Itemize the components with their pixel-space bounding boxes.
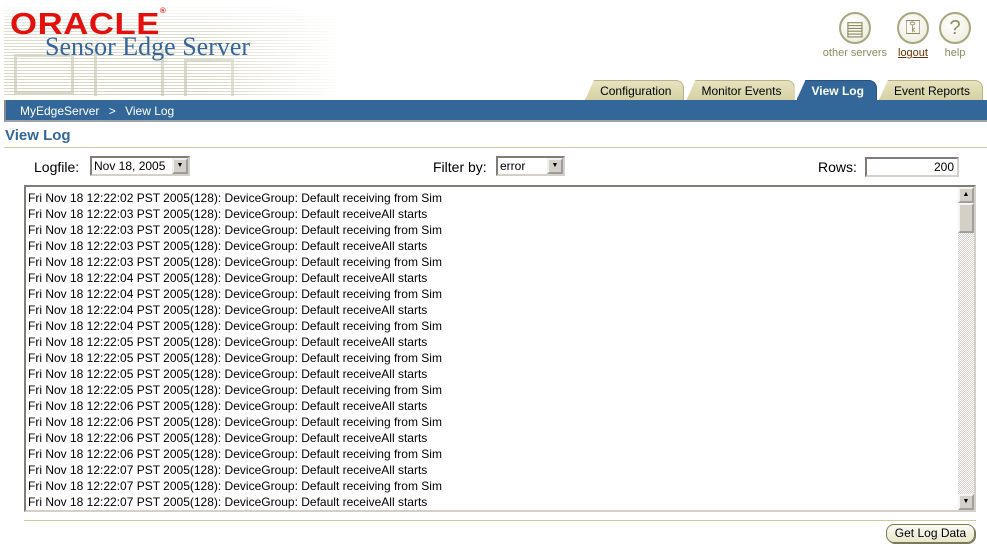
log-line: Fri Nov 18 12:22:04 PST 2005(128): Devic… xyxy=(28,303,428,317)
page-title: View Log xyxy=(5,127,71,144)
header-banner: ORACLE® Sensor Edge Server xyxy=(4,4,344,96)
breadcrumb: MyEdgeServer > View Log xyxy=(20,104,180,118)
log-line: Fri Nov 18 12:22:06 PST 2005(128): Devic… xyxy=(28,399,428,413)
scroll-thumb[interactable] xyxy=(958,203,974,233)
servers-icon: ▤ xyxy=(838,12,871,44)
logfile-select[interactable]: Nov 18, 2005 ▼ xyxy=(90,156,190,176)
log-line: Fri Nov 18 12:22:05 PST 2005(128): Devic… xyxy=(28,367,428,381)
logfile-label: Logfile: xyxy=(34,159,80,175)
navigation-bar: MyEdgeServer > View Log xyxy=(4,100,987,122)
log-line: Fri Nov 18 12:22:07 PST 2005(128): Devic… xyxy=(28,495,428,509)
key-icon: ⚿ xyxy=(897,12,929,44)
tab-event-reports[interactable]: Event Reports xyxy=(878,80,983,100)
log-line: Fri Nov 18 12:22:06 PST 2005(128): Devic… xyxy=(28,447,442,461)
log-line: Fri Nov 18 12:22:06 PST 2005(128): Devic… xyxy=(28,431,428,445)
log-textarea[interactable]: Fri Nov 18 12:22:02 PST 2005(128): Devic… xyxy=(24,185,976,512)
global-links: ▤ other servers ⚿ logout ? help xyxy=(823,12,971,59)
log-line: Fri Nov 18 12:22:05 PST 2005(128): Devic… xyxy=(28,383,442,397)
arrow-up-icon: ▲ xyxy=(962,191,970,198)
log-line: Fri Nov 18 12:22:02 PST 2005(128): Devic… xyxy=(28,191,442,205)
rows-input[interactable] xyxy=(865,157,959,177)
tab-configuration[interactable]: Configuration xyxy=(585,80,685,100)
logfile-value: Nov 18, 2005 xyxy=(94,159,166,173)
help-link[interactable]: ? help xyxy=(939,12,971,59)
title-divider xyxy=(4,147,987,148)
tab-monitor-events[interactable]: Monitor Events xyxy=(686,80,795,100)
logout-label: logout xyxy=(898,47,928,59)
log-line: Fri Nov 18 12:22:03 PST 2005(128): Devic… xyxy=(28,239,428,253)
log-line: Fri Nov 18 12:22:07 PST 2005(128): Devic… xyxy=(28,479,442,493)
main-tabs: Configuration Monitor Events View Log Ev… xyxy=(583,80,983,100)
other-servers-label: other servers xyxy=(822,47,887,59)
filter-value: error xyxy=(500,159,526,173)
other-servers-link[interactable]: ▤ other servers xyxy=(823,12,887,59)
get-log-data-button[interactable]: Get Log Data xyxy=(886,524,975,543)
log-line: Fri Nov 18 12:22:03 PST 2005(128): Devic… xyxy=(28,207,428,221)
bottom-divider xyxy=(24,520,976,521)
scroll-up-button[interactable]: ▲ xyxy=(958,187,974,203)
chevron-down-icon: ▼ xyxy=(172,158,188,174)
filter-label: Filter by: xyxy=(433,159,487,175)
tab-view-log[interactable]: View Log xyxy=(796,80,877,100)
arrow-down-icon: ▼ xyxy=(962,498,970,505)
log-line: Fri Nov 18 12:22:04 PST 2005(128): Devic… xyxy=(28,287,442,301)
logout-link[interactable]: ⚿ logout xyxy=(897,12,929,59)
log-line: Fri Nov 18 12:22:03 PST 2005(128): Devic… xyxy=(28,223,442,237)
help-label: help xyxy=(944,47,966,59)
log-line: Fri Nov 18 12:22:05 PST 2005(128): Devic… xyxy=(28,335,428,349)
scroll-down-button[interactable]: ▼ xyxy=(958,494,974,510)
breadcrumb-separator: > xyxy=(108,104,116,118)
log-line: Fri Nov 18 12:22:03 PST 2005(128): Devic… xyxy=(28,255,442,269)
registered-mark: ® xyxy=(159,8,167,15)
breadcrumb-root[interactable]: MyEdgeServer xyxy=(20,104,99,118)
log-scrollbar[interactable]: ▲ ▼ xyxy=(958,187,974,510)
log-line: Fri Nov 18 12:22:05 PST 2005(128): Devic… xyxy=(28,351,442,365)
breadcrumb-current: View Log xyxy=(125,104,175,118)
filter-select[interactable]: error ▼ xyxy=(496,156,565,176)
help-icon: ? xyxy=(939,12,971,44)
product-title: Sensor Edge Server xyxy=(45,32,251,61)
log-line: Fri Nov 18 12:22:07 PST 2005(128): Devic… xyxy=(28,463,428,477)
rows-label: Rows: xyxy=(818,159,857,175)
chevron-down-icon: ▼ xyxy=(547,158,563,174)
log-lines: Fri Nov 18 12:22:02 PST 2005(128): Devic… xyxy=(28,190,442,510)
log-line: Fri Nov 18 12:22:06 PST 2005(128): Devic… xyxy=(28,415,442,429)
log-line: Fri Nov 18 12:22:04 PST 2005(128): Devic… xyxy=(28,319,442,333)
log-line: Fri Nov 18 12:22:04 PST 2005(128): Devic… xyxy=(28,271,428,285)
